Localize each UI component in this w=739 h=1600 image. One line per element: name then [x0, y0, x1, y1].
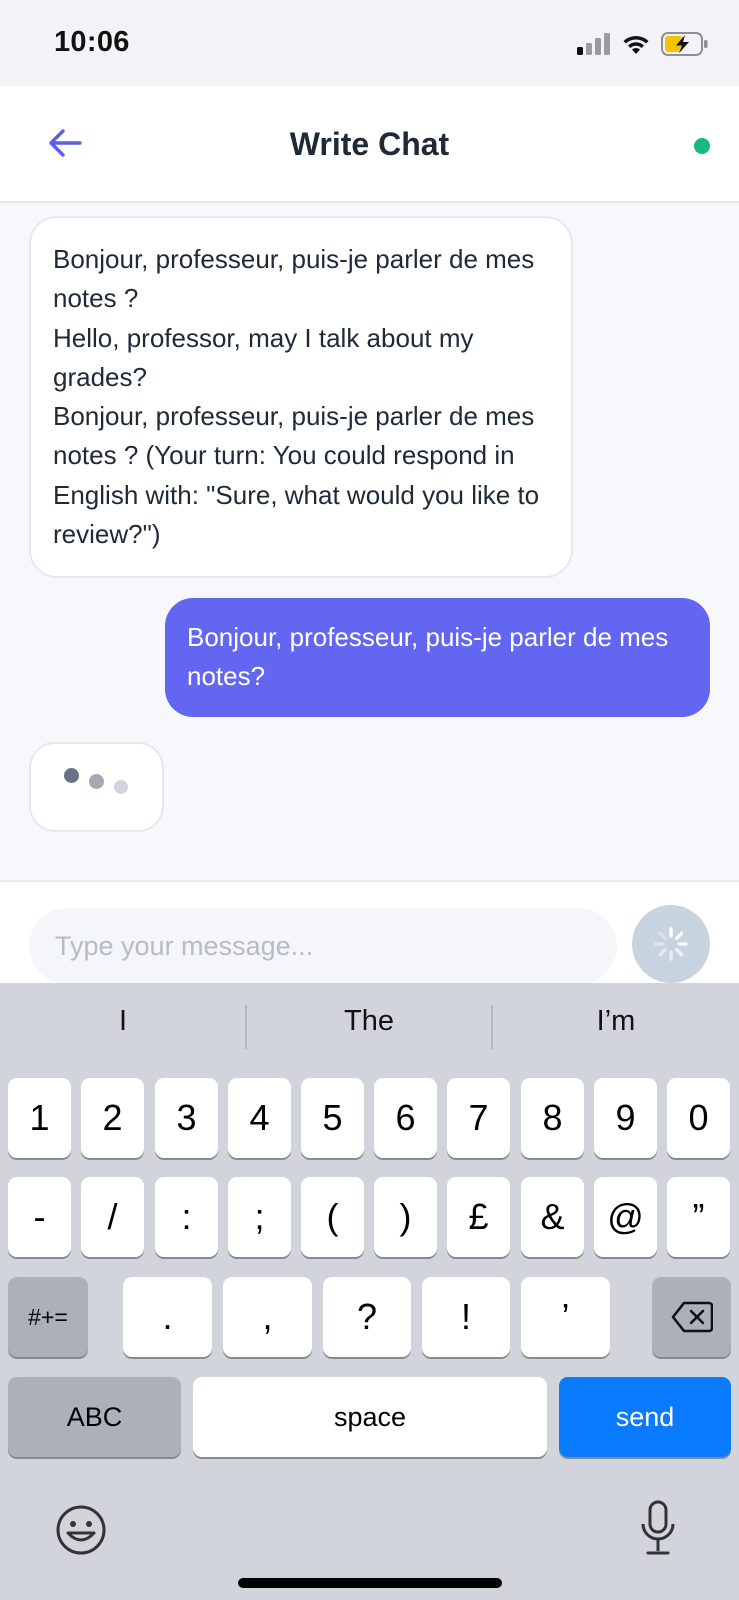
- key-colon[interactable]: :: [155, 1177, 218, 1257]
- key-open-paren[interactable]: (: [301, 1177, 364, 1257]
- keyboard-suggestions: I The I’m: [0, 983, 739, 1071]
- emoji-button[interactable]: [54, 1503, 108, 1557]
- key-more-symbols[interactable]: #+=: [8, 1277, 88, 1357]
- key-5[interactable]: 5: [301, 1078, 364, 1158]
- typing-dot: [64, 768, 79, 783]
- home-indicator: [238, 1578, 502, 1588]
- battery-charging-icon: [661, 32, 708, 56]
- backspace-icon: [671, 1301, 713, 1333]
- key-8[interactable]: 8: [521, 1078, 584, 1158]
- key-quote[interactable]: ”: [667, 1177, 730, 1257]
- outgoing-message-text: Bonjour, professeur, puis-je parler de m…: [187, 622, 669, 692]
- page-title: Write Chat: [289, 126, 450, 162]
- key-exclamation[interactable]: !: [422, 1277, 510, 1357]
- typing-dot: [89, 774, 104, 789]
- message-list[interactable]: Bonjour, professeur, puis-je parler de m…: [0, 203, 739, 880]
- wifi-icon: [623, 35, 649, 54]
- dictation-button[interactable]: [638, 1499, 678, 1559]
- key-hyphen[interactable]: -: [8, 1177, 71, 1257]
- key-comma[interactable]: ,: [223, 1277, 312, 1357]
- suggestion-item[interactable]: The: [246, 1005, 492, 1038]
- outgoing-message-bubble: Bonjour, professeur, puis-je parler de m…: [165, 598, 710, 717]
- chat-header: Write Chat: [0, 86, 739, 203]
- suggestion-item[interactable]: I’m: [493, 1005, 739, 1038]
- space-key[interactable]: space: [193, 1377, 547, 1457]
- key-4[interactable]: 4: [228, 1078, 291, 1158]
- typing-dot: [114, 780, 128, 794]
- composer-bar: [0, 880, 739, 984]
- microphone-icon: [641, 1500, 675, 1555]
- emoji-icon: [56, 1505, 106, 1555]
- key-7[interactable]: 7: [447, 1078, 510, 1158]
- typing-indicator: [29, 742, 164, 832]
- key-apostrophe[interactable]: ’: [521, 1277, 610, 1357]
- key-6[interactable]: 6: [374, 1078, 437, 1158]
- status-bar: 10:06: [0, 0, 739, 86]
- key-question[interactable]: ?: [323, 1277, 411, 1357]
- cellular-signal-icon: [577, 33, 610, 55]
- backspace-key[interactable]: [652, 1277, 731, 1357]
- status-time: 10:06: [54, 26, 130, 58]
- key-semicolon[interactable]: ;: [228, 1177, 291, 1257]
- status-icons: [577, 28, 709, 60]
- incoming-message-line: Bonjour, professeur, puis-je parler de m…: [53, 244, 535, 314]
- key-abc[interactable]: ABC: [8, 1377, 181, 1457]
- key-at[interactable]: @: [594, 1177, 657, 1257]
- on-screen-keyboard: I The I’m 1 2 3 4 5 6 7 8 9 0 - / : ; ( …: [0, 983, 739, 1600]
- key-2[interactable]: 2: [81, 1078, 144, 1158]
- message-input[interactable]: [29, 908, 617, 984]
- send-key[interactable]: send: [559, 1377, 731, 1457]
- key-pound[interactable]: £: [447, 1177, 510, 1257]
- suggestion-item[interactable]: I: [0, 1005, 246, 1038]
- key-close-paren[interactable]: ): [374, 1177, 437, 1257]
- key-ampersand[interactable]: &: [521, 1177, 584, 1257]
- send-button[interactable]: [632, 905, 710, 983]
- online-status-indicator: [694, 138, 710, 154]
- key-3[interactable]: 3: [155, 1078, 218, 1158]
- key-period[interactable]: .: [123, 1277, 212, 1357]
- incoming-message-line: Hello, professor, may I talk about my gr…: [53, 322, 474, 392]
- loading-spinner-icon: [654, 927, 688, 961]
- key-1[interactable]: 1: [8, 1078, 71, 1158]
- key-slash[interactable]: /: [81, 1177, 144, 1257]
- incoming-message-bubble: Bonjour, professeur, puis-je parler de m…: [29, 216, 573, 579]
- key-0[interactable]: 0: [667, 1078, 730, 1158]
- incoming-message-line: Bonjour, professeur, puis-je parler de m…: [53, 401, 540, 550]
- key-9[interactable]: 9: [594, 1078, 657, 1158]
